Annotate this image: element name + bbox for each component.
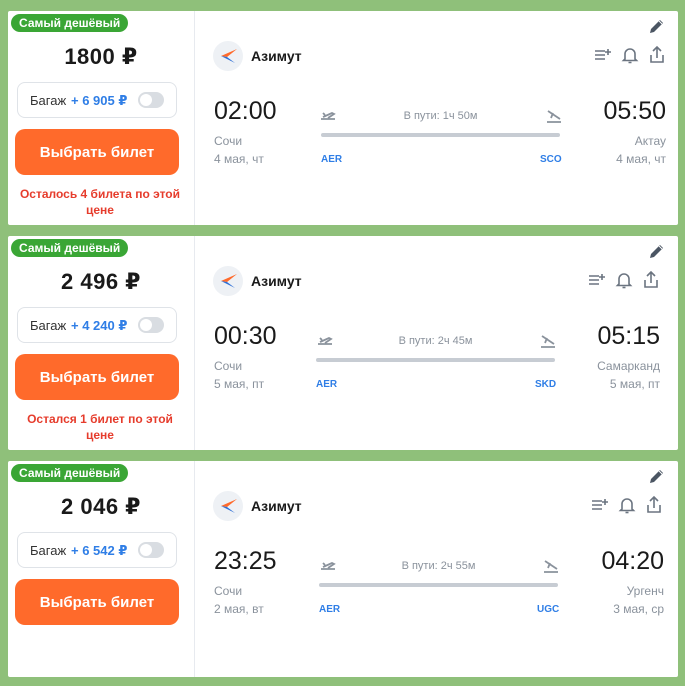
airline-logo-icon [213, 491, 243, 521]
baggage-toggle[interactable] [138, 92, 164, 108]
landing-icon [542, 557, 560, 575]
departure-date: 5 мая, пт [214, 377, 265, 391]
cheapest-badge: Самый дешёвый [11, 14, 129, 32]
bell-icon[interactable] [620, 45, 640, 65]
arrival-city: Ургенч [626, 584, 664, 598]
airline-name: Азимут [251, 498, 302, 514]
departure-time: 02:00 [214, 97, 277, 125]
baggage-option[interactable]: Багаж + 4 240 ₽ [17, 307, 177, 343]
airline-logo-icon [213, 41, 243, 71]
share-icon[interactable] [647, 45, 667, 65]
select-ticket-button[interactable]: Выбрать билет [15, 354, 179, 400]
edit-pencil-icon[interactable] [648, 467, 666, 485]
share-icon[interactable] [641, 270, 661, 290]
baggage-toggle[interactable] [138, 542, 164, 558]
bell-icon[interactable] [617, 495, 637, 515]
departure-time: 23:25 [214, 547, 277, 575]
flight-card: Самый дешёвый 2 046 ₽ Багаж + 6 542 ₽ Вы… [8, 461, 678, 677]
departure-city: Сочи [214, 134, 243, 148]
flight-duration: В пути: 2ч 45м [398, 335, 473, 347]
flight-card: Самый дешёвый 1800 ₽ Багаж + 6 905 ₽ Выб… [8, 11, 678, 225]
cheapest-badge: Самый дешёвый [11, 464, 129, 482]
baggage-label: Багаж [30, 543, 67, 558]
airline-name: Азимут [251, 273, 302, 289]
edit-pencil-icon[interactable] [648, 17, 666, 35]
tickets-left-note: Остался 1 билет по этой цене [27, 412, 173, 442]
price-panel: Самый дешёвый 2 496 ₽ Багаж + 4 240 ₽ Вы… [8, 236, 195, 450]
departure-city: Сочи [214, 584, 243, 598]
ticket-price: 2 046 ₽ [61, 494, 141, 519]
arrival-city: Актау [634, 134, 666, 148]
arrival-date: 5 мая, пт [609, 377, 660, 391]
arrival-airport-code: SCO [540, 154, 562, 165]
baggage-price: + 4 240 ₽ [71, 318, 128, 333]
arrival-date: 3 мая, ср [613, 602, 664, 616]
landing-icon [545, 107, 563, 125]
departure-city: Сочи [214, 359, 243, 373]
departure-date: 4 мая, чт [214, 152, 264, 166]
baggage-price: + 6 905 ₽ [71, 93, 128, 108]
baggage-price: + 6 542 ₽ [71, 543, 128, 558]
cheapest-badge: Самый дешёвый [11, 239, 129, 257]
baggage-label: Багаж [30, 93, 67, 108]
ticket-price: 1800 ₽ [64, 44, 138, 69]
arrival-time: 05:50 [603, 97, 666, 125]
baggage-label: Багаж [30, 318, 67, 333]
landing-icon [539, 332, 557, 350]
tickets-left-note: Осталось 4 билета по этой цене [19, 187, 181, 217]
edit-pencil-icon[interactable] [648, 242, 666, 260]
departure-airport-code: AER [316, 379, 338, 390]
ticket-price: 2 496 ₽ [61, 269, 141, 294]
add-to-list-icon[interactable] [593, 45, 613, 65]
baggage-option[interactable]: Багаж + 6 542 ₽ [17, 532, 177, 568]
airline-name: Азимут [251, 48, 302, 64]
flight-duration: В пути: 1ч 50м [403, 110, 478, 122]
arrival-airport-code: UGC [537, 604, 560, 615]
select-ticket-button[interactable]: Выбрать билет [15, 129, 179, 175]
arrival-date: 4 мая, чт [616, 152, 666, 166]
departure-date: 2 мая, вт [214, 602, 264, 616]
price-panel: Самый дешёвый 2 046 ₽ Багаж + 6 542 ₽ Вы… [8, 461, 195, 677]
departure-airport-code: AER [321, 154, 343, 165]
route-line [319, 583, 558, 587]
baggage-option[interactable]: Багаж + 6 905 ₽ [17, 82, 177, 118]
arrival-city: Самарканд [597, 359, 660, 373]
baggage-toggle[interactable] [138, 317, 164, 333]
departure-airport-code: AER [319, 604, 341, 615]
airline-logo-icon [213, 266, 243, 296]
flight-duration: В пути: 2ч 55м [401, 560, 476, 572]
arrival-time: 04:20 [601, 547, 664, 575]
add-to-list-icon[interactable] [590, 495, 610, 515]
arrival-time: 05:15 [597, 322, 660, 350]
arrival-airport-code: SKD [535, 379, 557, 390]
route-line [321, 133, 560, 137]
select-ticket-button[interactable]: Выбрать билет [15, 579, 179, 625]
route-line [316, 358, 555, 362]
departure-time: 00:30 [214, 322, 277, 350]
price-panel: Самый дешёвый 1800 ₽ Багаж + 6 905 ₽ Выб… [8, 11, 195, 225]
bell-icon[interactable] [614, 270, 634, 290]
flight-card: Самый дешёвый 2 496 ₽ Багаж + 4 240 ₽ Вы… [8, 236, 678, 450]
share-icon[interactable] [644, 495, 664, 515]
add-to-list-icon[interactable] [587, 270, 607, 290]
